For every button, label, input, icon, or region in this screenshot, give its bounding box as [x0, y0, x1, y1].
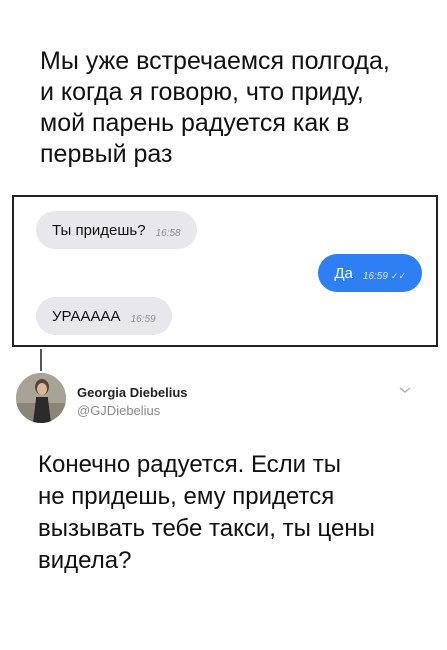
message-time: 16:59 [362, 270, 388, 282]
message-bubble-incoming: УРААААА 16:59 [36, 297, 172, 335]
message-time: 16:58 [155, 227, 181, 239]
reply-text: Конечно радуется. Если ты не придешь, ем… [38, 451, 375, 574]
double-check-icon: ✓✓ [390, 270, 406, 281]
chevron-down-icon[interactable] [398, 385, 412, 395]
message-bubble-incoming: Ты придешь? 16:58 [36, 211, 197, 249]
post-text: Мы уже встречаемся полгода, и когда я го… [40, 47, 390, 168]
message-bubble-outgoing: Да 16:59 ✓✓ [318, 254, 422, 292]
message-time: 16:59 [130, 313, 156, 325]
reply-author-handle[interactable]: @GJDiebelius [77, 403, 160, 418]
reply-author-name[interactable]: Georgia Diebelius [77, 385, 188, 400]
thread-connector-line [40, 349, 42, 371]
message-text: УРААААА [52, 307, 121, 325]
avatar-photo [16, 373, 66, 423]
message-text: Ты придешь? [52, 221, 146, 239]
chat-screenshot: Ты придешь? 16:58 Да 16:59 ✓✓ УРААААА 16… [12, 195, 438, 347]
avatar[interactable] [16, 373, 66, 423]
message-text: Да [334, 264, 353, 282]
